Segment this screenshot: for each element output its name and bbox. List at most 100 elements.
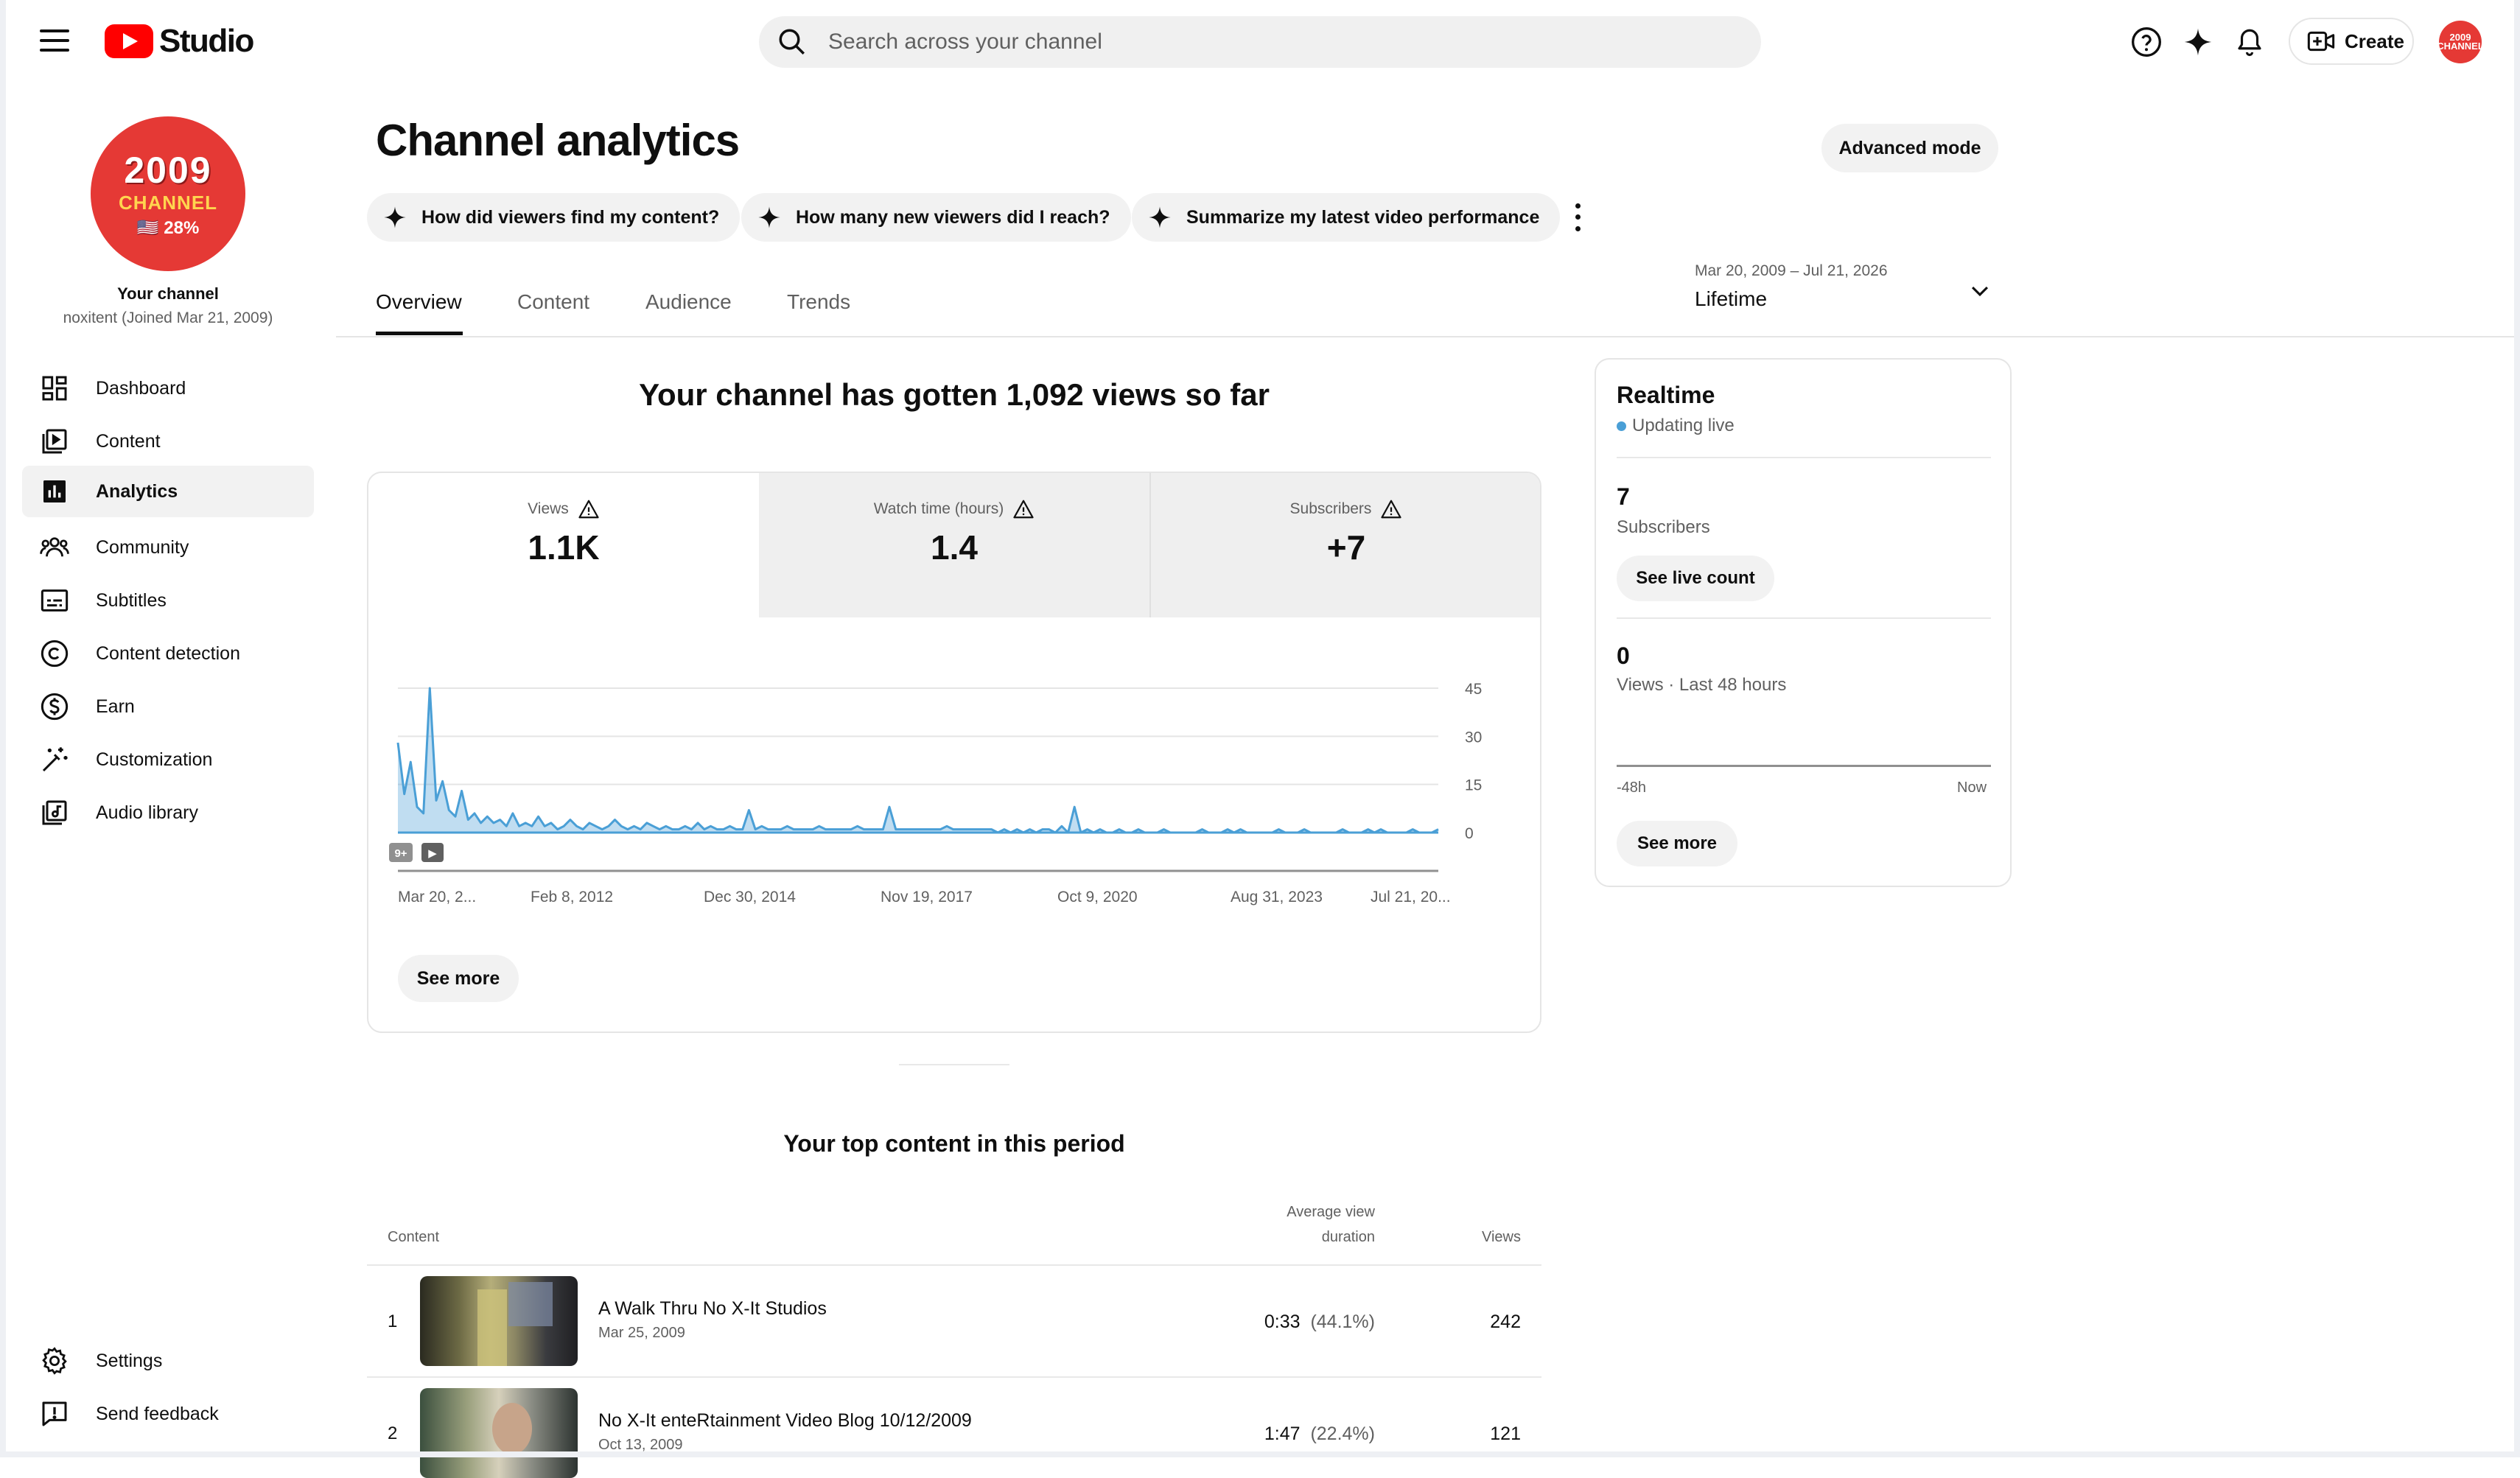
avg-duration-percent: (22.4%): [1310, 1423, 1375, 1444]
realtime-subscribers-value: 7: [1617, 483, 1630, 510]
chevron-down-icon: [1971, 286, 1989, 297]
realtime-status: Updating live: [1617, 416, 1735, 436]
avg-view-duration: 0:33 (44.1%): [1179, 1311, 1375, 1333]
copyright-icon: [37, 636, 72, 671]
channel-avatar-pct: 🇺🇸 28%: [136, 218, 200, 238]
sparkle-icon[interactable]: [2178, 22, 2218, 62]
column-header-content: Content: [388, 1229, 440, 1245]
table-divider: [367, 1376, 1541, 1378]
sidebar-item-label: Dashboard: [96, 377, 186, 399]
sidebar-item-dashboard[interactable]: Dashboard: [22, 363, 314, 414]
realtime-divider: [1617, 457, 1991, 458]
section-separator: [899, 1064, 1009, 1065]
metric-value: +7: [1326, 528, 1366, 567]
search-bar[interactable]: [759, 16, 1761, 68]
sidebar-item-label: Earn: [96, 696, 135, 717]
realtime-chart-axis: [1617, 765, 1991, 767]
x-tick-label: Nov 19, 2017: [881, 889, 973, 906]
advanced-mode-button[interactable]: Advanced mode: [1821, 124, 1998, 172]
realtime-see-more-button[interactable]: See more: [1617, 821, 1737, 866]
overview-see-more-button[interactable]: See more: [398, 955, 519, 1002]
x-tick-label: Mar 20, 2...: [398, 889, 476, 906]
suggestion-chip-summarize[interactable]: Summarize my latest video performance: [1132, 193, 1561, 242]
realtime-axis-start: -48h: [1617, 780, 1647, 796]
top-bar: Studio Create 2009 CHANNEL: [0, 0, 2520, 83]
warning-icon[interactable]: [578, 498, 600, 520]
more-options-icon[interactable]: [1568, 200, 1587, 234]
video-title[interactable]: A Walk Thru No X-It Studios: [598, 1298, 827, 1320]
video-thumbnail[interactable]: [420, 1388, 578, 1478]
sidebar-item-community[interactable]: Community: [22, 522, 314, 573]
video-date: Mar 25, 2009: [598, 1325, 685, 1341]
views-series-area: [398, 688, 1438, 833]
search-input[interactable]: [827, 29, 1714, 55]
sidebar-item-customization[interactable]: Customization: [22, 734, 314, 785]
active-tab-indicator: [376, 332, 463, 335]
marker-video-glyph: ▶: [428, 847, 437, 860]
column-header-avg-line1: Average view: [1287, 1204, 1375, 1220]
video-thumbnail[interactable]: [420, 1276, 578, 1366]
tab-overview[interactable]: Overview: [376, 290, 462, 314]
channel-avatar-word: CHANNEL: [118, 192, 218, 214]
notifications-bell-icon[interactable]: [2230, 22, 2269, 62]
warning-icon[interactable]: [1012, 498, 1035, 520]
menu-icon[interactable]: [38, 28, 71, 53]
magic-wand-icon: [37, 742, 72, 777]
sidebar-item-label: Subtitles: [96, 589, 167, 611]
sidebar-item-label: Analytics: [96, 480, 178, 502]
dollar-icon: [37, 689, 72, 724]
sidebar-item-earn[interactable]: Earn: [22, 681, 314, 732]
tab-trends[interactable]: Trends: [787, 290, 850, 314]
column-header-views: Views: [1482, 1229, 1521, 1245]
create-button[interactable]: Create: [2289, 18, 2414, 65]
warning-icon[interactable]: [1380, 498, 1402, 520]
realtime-views-label: Views · Last 48 hours: [1617, 675, 1787, 695]
subtitles-icon: [37, 583, 72, 618]
suggestion-chip-new-viewers[interactable]: How many new viewers did I reach?: [741, 193, 1131, 242]
x-tick-label: Aug 31, 2023: [1231, 889, 1323, 906]
y-tick-label: 15: [1465, 777, 1482, 794]
sidebar-item-settings[interactable]: Settings: [22, 1335, 314, 1387]
metric-tab-subscribers[interactable]: Subscribers +7: [1151, 473, 1540, 617]
row-rank: 2: [388, 1423, 398, 1443]
sidebar-item-label: Send feedback: [96, 1403, 219, 1424]
table-divider: [367, 1264, 1541, 1266]
sidebar-item-content-detection[interactable]: Content detection: [22, 628, 314, 679]
see-live-count-button[interactable]: See live count: [1617, 556, 1774, 601]
sidebar-item-subtitles[interactable]: Subtitles: [22, 575, 314, 626]
metric-tab-views[interactable]: Views 1.1K: [368, 473, 759, 617]
suggestion-chip-find-content[interactable]: How did viewers find my content?: [367, 193, 741, 242]
youtube-studio-logo[interactable]: Studio: [105, 21, 254, 62]
tab-audience[interactable]: Audience: [645, 290, 732, 314]
sidebar-item-send-feedback[interactable]: Send feedback: [22, 1388, 314, 1440]
sidebar-item-content[interactable]: Content: [22, 416, 314, 467]
x-tick-label: Feb 8, 2012: [531, 889, 613, 906]
date-range-selector[interactable]: Mar 20, 2009 – Jul 21, 2026 Lifetime: [1695, 262, 2004, 314]
window-border-left: [0, 0, 6, 1457]
community-icon: [37, 530, 72, 565]
your-channel-label: Your channel: [117, 284, 219, 303]
channel-avatar[interactable]: 2009 CHANNEL 🇺🇸 28%: [91, 116, 245, 271]
sidebar-item-analytics[interactable]: Analytics: [22, 466, 314, 517]
gear-icon: [37, 1343, 72, 1379]
audio-library-icon: [37, 795, 72, 830]
realtime-axis-end: Now: [1957, 780, 1987, 796]
tab-content[interactable]: Content: [517, 290, 589, 314]
help-icon[interactable]: [2127, 22, 2166, 62]
window-border-right: [2514, 0, 2520, 1457]
live-dot-icon: [1617, 421, 1626, 431]
metric-tab-watch-time[interactable]: Watch time (hours) 1.4: [759, 473, 1149, 617]
sidebar-item-audio-library[interactable]: Audio library: [22, 787, 314, 838]
video-title[interactable]: No X-It enteRtainment Video Blog 10/12/2…: [598, 1410, 972, 1432]
metric-value: 1.4: [931, 528, 978, 567]
overview-card: Views 1.1K Watch time (hours) 1.4 Subscr…: [367, 472, 1541, 1033]
realtime-subscribers-label: Subscribers: [1617, 517, 1710, 537]
realtime-views-value: 0: [1617, 642, 1630, 669]
overview-headline: Your channel has gotten 1,092 views so f…: [639, 377, 1270, 412]
avg-view-duration: 1:47 (22.4%): [1179, 1423, 1375, 1445]
y-tick-label: 30: [1465, 729, 1482, 746]
account-avatar[interactable]: 2009 CHANNEL: [2437, 21, 2484, 63]
video-add-icon: [2307, 31, 2335, 52]
sidebar-item-label: Content detection: [96, 642, 240, 664]
create-label: Create: [2345, 29, 2404, 52]
